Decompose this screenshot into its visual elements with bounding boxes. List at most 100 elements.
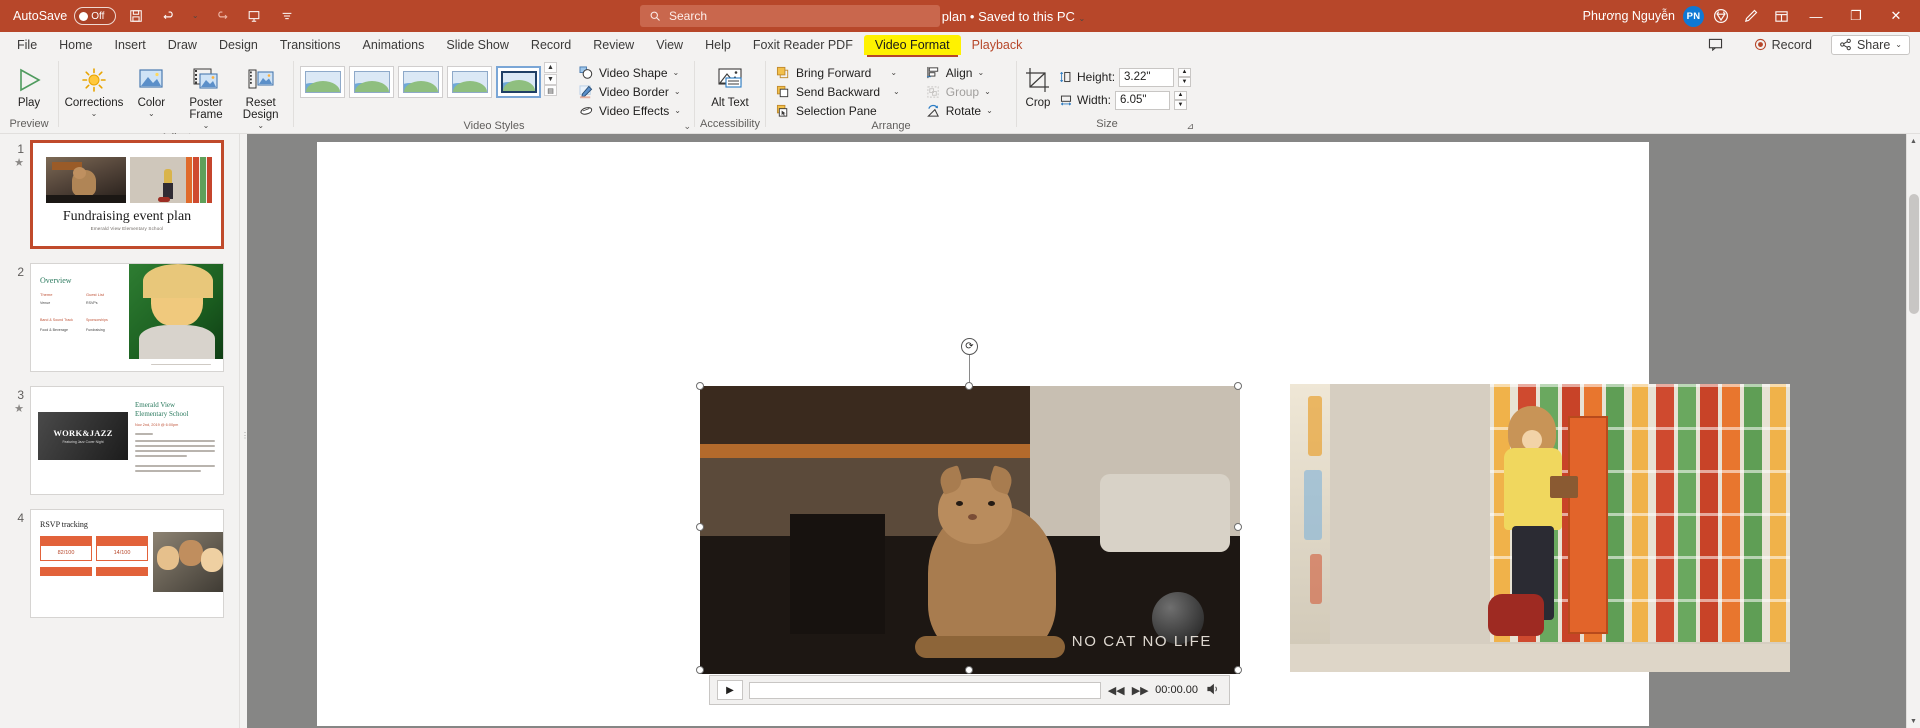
tab-design[interactable]: Design (208, 35, 269, 55)
tab-view[interactable]: View (645, 35, 694, 55)
selection-handle-nw[interactable] (696, 382, 704, 390)
slide-card-3[interactable]: WORK&JAZZ Featuring Jazz Cover Night Eme… (30, 386, 224, 495)
selection-handle-sw[interactable] (696, 666, 704, 674)
gallery-scroll-down-button[interactable]: ▼ (544, 73, 557, 85)
tab-slide-show[interactable]: Slide Show (435, 35, 520, 55)
slide-thumbnail-pane[interactable]: 1 ★ Fundraising event plan Emerald View … (0, 134, 240, 728)
tab-file[interactable]: File (6, 35, 48, 55)
bring-forward-caret-icon[interactable]: ⌄ (890, 69, 897, 77)
title-caret-icon[interactable]: ⌄ (1079, 14, 1086, 23)
video-style-item[interactable] (447, 66, 492, 98)
pen-icon[interactable] (1738, 4, 1764, 28)
slide-card-1[interactable]: Fundraising event plan Emerald View Elem… (30, 140, 224, 249)
size-dialog-launcher[interactable]: ⊿ (1186, 121, 1194, 132)
thumbnail-slide-3[interactable]: 3 ★ WORK&JAZZ Featuring Jazz Cover Night… (0, 372, 239, 495)
selection-handle-w[interactable] (696, 523, 704, 531)
video-styles-dialog-launcher[interactable]: ⌄ (683, 121, 691, 132)
tab-animations[interactable]: Animations (352, 35, 436, 55)
rotate-caret-icon[interactable]: ⌄ (986, 107, 993, 115)
width-spinner[interactable]: ▲ ▼ (1174, 90, 1188, 110)
media-progress-track[interactable] (749, 681, 1102, 699)
video-border-button[interactable]: Video Border ⌄ (575, 83, 685, 101)
height-spin-down[interactable]: ▼ (1178, 77, 1192, 87)
video-effects-caret-icon[interactable]: ⌄ (674, 107, 681, 115)
share-button[interactable]: Share ⌄ (1830, 34, 1910, 55)
video-object-cat[interactable]: NO CAT NO LIFE (700, 386, 1240, 674)
slide-card-4[interactable]: RSVP tracking 82/100 14/100 (30, 509, 224, 618)
volume-icon[interactable] (1204, 683, 1222, 698)
video-style-item-selected[interactable] (496, 66, 541, 98)
tab-transitions[interactable]: Transitions (269, 35, 352, 55)
autosave-toggle[interactable]: Off (74, 7, 117, 25)
tab-review[interactable]: Review (582, 35, 645, 55)
gallery-more-button[interactable]: ▤ (544, 85, 557, 96)
video-style-item[interactable] (398, 66, 443, 98)
customize-toolbar-icon[interactable] (274, 4, 300, 28)
record-button[interactable]: Record (1747, 36, 1819, 54)
height-spin-up[interactable]: ▲ (1178, 67, 1192, 77)
undo-dropdown-icon[interactable]: ⌄ (189, 4, 201, 28)
video-style-item[interactable] (349, 66, 394, 98)
crop-button[interactable]: Crop (1023, 62, 1053, 112)
tab-video-format[interactable]: Video Format (863, 34, 961, 57)
diamond-icon[interactable] (1708, 4, 1734, 28)
rotate-button[interactable]: Rotate ⌄ (922, 102, 997, 120)
width-input[interactable]: 6.05" (1115, 90, 1171, 110)
tab-home[interactable]: Home (48, 35, 103, 55)
corrections-button[interactable]: Corrections ⌄ (65, 62, 123, 120)
color-button[interactable]: Color ⌄ (125, 62, 178, 120)
video-object-locker[interactable] (1290, 384, 1790, 672)
reset-design-caret-icon[interactable]: ⌄ (257, 122, 264, 130)
align-caret-icon[interactable]: ⌄ (977, 69, 984, 77)
send-backward-caret-icon[interactable]: ⌄ (893, 88, 900, 96)
present-icon[interactable] (241, 4, 267, 28)
corrections-caret-icon[interactable]: ⌄ (91, 110, 98, 118)
tab-insert[interactable]: Insert (104, 35, 157, 55)
thumbnail-slide-4[interactable]: 4 RSVP tracking 82/100 14/100 (0, 495, 239, 618)
search-box[interactable]: Search (640, 5, 940, 27)
video-style-item[interactable] (300, 66, 345, 98)
poster-frame-caret-icon[interactable]: ⌄ (203, 122, 210, 130)
canvas-vertical-scrollbar[interactable]: ▲ ▼ (1906, 134, 1920, 728)
bring-forward-button[interactable]: Bring Forward ⌄ (772, 64, 904, 82)
video-shape-button[interactable]: Video Shape ⌄ (575, 64, 685, 82)
send-backward-button[interactable]: Send Backward ⌄ (772, 83, 904, 101)
selection-handle-se[interactable] (1234, 666, 1242, 674)
selection-handle-n[interactable] (965, 382, 973, 390)
tab-playback[interactable]: Playback (961, 35, 1034, 55)
tab-record[interactable]: Record (520, 35, 582, 55)
height-input[interactable]: 3.22" (1119, 67, 1175, 87)
selection-handle-s[interactable] (965, 666, 973, 674)
comments-button[interactable] (1701, 36, 1735, 53)
scroll-down-arrow-icon[interactable]: ▼ (1907, 714, 1920, 728)
undo-icon[interactable] (156, 4, 182, 28)
tab-help[interactable]: Help (694, 35, 742, 55)
poster-frame-button[interactable]: Poster Frame ⌄ (180, 62, 233, 132)
rotate-handle-icon[interactable]: ⟳ (961, 338, 978, 355)
thumbnail-slide-2[interactable]: 2 Overview Theme Guest List Venue RSVPs … (0, 249, 239, 372)
scroll-up-arrow-icon[interactable]: ▲ (1907, 134, 1920, 148)
alt-text-button[interactable]: Alt Text (701, 62, 759, 112)
height-spinner[interactable]: ▲ ▼ (1178, 67, 1192, 87)
selection-handle-e[interactable] (1234, 523, 1242, 531)
pane-splitter[interactable]: ⋮ (240, 134, 249, 728)
play-pause-button[interactable]: ▶ (717, 680, 743, 700)
gallery-scroll-up-button[interactable]: ▲ (544, 62, 557, 73)
width-spin-down[interactable]: ▼ (1174, 100, 1188, 110)
save-icon[interactable] (123, 4, 149, 28)
slide-canvas[interactable]: ⟳ NO CAT NO LIFE ▶ ◀◀ ▶▶ 00:00.00 ▲ ▼ (247, 134, 1920, 728)
thumbnail-slide-1[interactable]: 1 ★ Fundraising event plan Emerald View … (0, 134, 239, 249)
move-back-button[interactable]: ◀◀ (1107, 684, 1125, 697)
align-button[interactable]: Align ⌄ (922, 64, 997, 82)
video-styles-gallery[interactable] (300, 62, 541, 98)
media-control-bar[interactable]: ▶ ◀◀ ▶▶ 00:00.00 (709, 675, 1230, 705)
selection-handle-ne[interactable] (1234, 382, 1242, 390)
color-caret-icon[interactable]: ⌄ (148, 110, 155, 118)
redo-icon[interactable] (208, 4, 234, 28)
avatar[interactable]: PN (1683, 5, 1704, 27)
video-shape-caret-icon[interactable]: ⌄ (673, 69, 680, 77)
tab-draw[interactable]: Draw (157, 35, 208, 55)
restore-button[interactable]: ❐ (1838, 1, 1874, 31)
play-button[interactable]: Play (6, 62, 52, 112)
tab-foxit-reader-pdf[interactable]: Foxit Reader PDF (742, 35, 864, 55)
